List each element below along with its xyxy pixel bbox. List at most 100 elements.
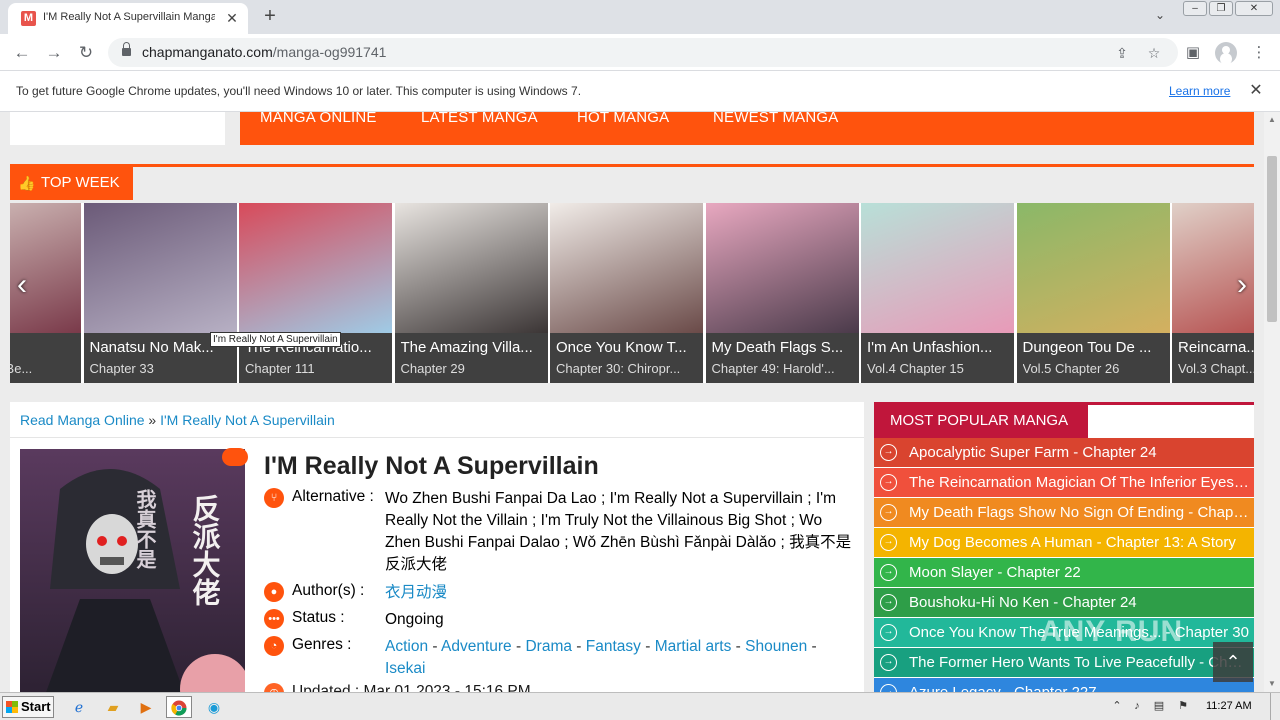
new-tab-icon[interactable]: + [260, 5, 280, 27]
card-chapter-link[interactable]: Vol.3 Chapt... [1178, 361, 1254, 376]
popular-item-link[interactable]: My Death Flags Show No Sign Of Ending - … [909, 504, 1249, 521]
slider-prev-icon[interactable]: ‹ [12, 265, 32, 305]
genre-link[interactable]: Drama [525, 638, 572, 655]
card-cover-image[interactable] [239, 203, 392, 333]
popular-item[interactable]: → Apocalyptic Super Farm - Chapter 24 [874, 438, 1254, 467]
card-cover-image[interactable] [705, 203, 859, 333]
top-week-card[interactable]: Once You Know T... Chapter 30: Chiropr... [550, 203, 703, 383]
bookmark-star-icon[interactable]: ☆ [1143, 42, 1165, 64]
card-chapter-link[interactable]: Chapter 111 [245, 361, 388, 376]
genre-link[interactable]: Adventure [441, 638, 512, 655]
card-cover-image[interactable] [861, 203, 1014, 333]
card-chapter-link[interactable]: Vol.4 Chapter 15 [867, 361, 1010, 376]
back-to-top-icon[interactable]: ⌃ [1213, 642, 1253, 682]
top-week-card[interactable]: Dungeon Tou De ... Vol.5 Chapter 26 [1016, 203, 1170, 383]
author-link[interactable]: 衣月动漫 [385, 582, 855, 604]
card-chapter-link[interactable]: Chapter 33 [90, 361, 233, 376]
media-player-icon[interactable]: ▶ [133, 696, 159, 718]
nav-newest-manga[interactable]: NEWEST MANGA [713, 112, 838, 126]
explorer-folder-icon[interactable]: ▰ [100, 696, 126, 718]
genre-link[interactable]: Martial arts [655, 638, 732, 655]
network-icon[interactable]: ▤ [1152, 699, 1166, 713]
learn-more-link[interactable]: Learn more [1169, 84, 1230, 98]
show-desktop-button[interactable] [1270, 693, 1280, 720]
genre-link[interactable]: Shounen [745, 638, 807, 655]
nav-latest-manga[interactable]: LATEST MANGA [421, 112, 538, 126]
card-title-link[interactable]: Noble In... [10, 339, 77, 356]
system-clock[interactable]: 11:27 AM [1206, 700, 1252, 712]
card-chapter-link[interactable]: Chapter 49: Harold'... [712, 361, 855, 376]
popular-item-link[interactable]: Boushoku-Hi No Ken - Chapter 24 [909, 594, 1249, 611]
genre-link[interactable]: Action [385, 638, 428, 655]
menu-kebab-icon[interactable]: ⋮ [1248, 42, 1270, 64]
chrome-taskbar-icon[interactable] [166, 696, 192, 718]
genre-link[interactable]: Fantasy [586, 638, 641, 655]
popular-item[interactable]: → My Dog Becomes A Human - Chapter 13: A … [874, 528, 1254, 557]
popular-item[interactable]: → The Former Hero Wants To Live Peacefull… [874, 648, 1254, 677]
browser-tab[interactable]: M I'M Really Not A Supervillain Manga On… [8, 3, 248, 34]
popular-item-link[interactable]: The Reincarnation Magician Of The Inferi… [909, 474, 1249, 491]
popular-item[interactable]: → Moon Slayer - Chapter 22 [874, 558, 1254, 587]
address-bar[interactable]: chapmanganato.com/manga-og991741 ⇪ ☆ [108, 38, 1178, 67]
scroll-thumb[interactable] [1267, 156, 1277, 322]
top-week-card[interactable]: The Amazing Villa... Chapter 29 [394, 203, 548, 383]
scroll-down-icon[interactable]: ▼ [1264, 676, 1280, 692]
page-scrollbar[interactable]: ▲ ▼ [1264, 112, 1280, 692]
minimize-window-icon[interactable]: – [1183, 1, 1207, 16]
scroll-up-icon[interactable]: ▲ [1264, 112, 1280, 128]
popular-item[interactable]: → My Death Flags Show No Sign Of Ending -… [874, 498, 1254, 527]
top-week-card[interactable]: Nanatsu No Mak... Chapter 33 [83, 203, 237, 383]
action-center-flag-icon[interactable]: ⚑ [1176, 699, 1190, 713]
card-cover-image[interactable] [550, 203, 703, 333]
lock-icon[interactable] [122, 42, 131, 57]
nav-manga-online[interactable]: MANGA ONLINE [260, 112, 377, 126]
popular-item-link[interactable]: Apocalyptic Super Farm - Chapter 24 [909, 444, 1249, 461]
edge-icon[interactable]: ◉ [201, 696, 227, 718]
tray-expand-icon[interactable]: ⌃ [1110, 699, 1124, 713]
popular-item[interactable]: → The Reincarnation Magician Of The Infer… [874, 468, 1254, 497]
infobar-close-icon[interactable]: ✕ [1246, 81, 1266, 101]
slider-next-icon[interactable]: › [1232, 265, 1252, 305]
breadcrumb-current-link[interactable]: I'M Really Not A Supervillain [160, 412, 335, 428]
card-cover-image[interactable] [1016, 203, 1170, 333]
back-arrow-icon[interactable]: ← [11, 42, 33, 64]
forward-arrow-icon[interactable]: → [43, 42, 65, 64]
ie-icon[interactable]: ℯ [66, 696, 92, 718]
card-title-link[interactable]: My Death Flags S... [712, 339, 855, 356]
popular-item-link[interactable]: The Former Hero Wants To Live Peacefully… [909, 654, 1249, 671]
top-week-card[interactable]: My Death Flags S... Chapter 49: Harold'..… [705, 203, 859, 383]
popular-item[interactable]: → Azure Legacy - Chapter 227 [874, 678, 1254, 692]
popular-item-link[interactable]: My Dog Becomes A Human - Chapter 13: A S… [909, 534, 1249, 551]
site-logo-area[interactable] [10, 112, 225, 145]
nav-hot-manga[interactable]: HOT MANGA [577, 112, 669, 126]
popular-item[interactable]: → Boushoku-Hi No Ken - Chapter 24 [874, 588, 1254, 617]
close-window-icon[interactable]: ✕ [1235, 1, 1273, 16]
card-title-link[interactable]: I'm An Unfashion... [867, 339, 1010, 356]
tab-search-chevron-icon[interactable]: ⌄ [1150, 8, 1170, 26]
popular-item-link[interactable]: Azure Legacy - Chapter 227 [909, 684, 1249, 692]
card-chapter-link[interactable]: Chapter 30: Chiropr... [556, 361, 699, 376]
side-panel-icon[interactable]: ▣ [1182, 42, 1204, 64]
url-text[interactable]: chapmanganato.com/manga-og991741 [142, 44, 386, 60]
profile-avatar-icon[interactable] [1215, 42, 1237, 64]
card-title-link[interactable]: The Amazing Villa... [401, 339, 544, 356]
card-cover-image[interactable] [83, 203, 237, 333]
start-button[interactable]: Start [2, 696, 54, 718]
volume-icon[interactable]: ♪ [1130, 699, 1144, 713]
genre-link[interactable]: Isekai [385, 660, 426, 677]
share-icon[interactable]: ⇪ [1111, 42, 1133, 64]
top-week-card[interactable]: I'm An Unfashion... Vol.4 Chapter 15 [861, 203, 1014, 383]
top-week-card[interactable]: The Reincarnatio... Chapter 111 [239, 203, 392, 383]
tab-close-icon[interactable]: ✕ [223, 9, 241, 27]
restore-window-icon[interactable]: ❐ [1209, 1, 1233, 16]
card-cover-image[interactable] [394, 203, 548, 333]
card-title-link[interactable]: Once You Know T... [556, 339, 699, 356]
card-chapter-link[interactable]: Chapter 29 [401, 361, 544, 376]
card-title-link[interactable]: Dungeon Tou De ... [1023, 339, 1166, 356]
card-chapter-link[interactable]: Vol.5 Chapter 26 [1023, 361, 1166, 376]
reload-icon[interactable]: ↻ [75, 42, 97, 64]
breadcrumb-home-link[interactable]: Read Manga Online [20, 412, 145, 428]
card-chapter-link[interactable]: Chapter 21: Be... [10, 361, 77, 376]
card-title-link[interactable]: Reincarna... [1178, 339, 1254, 356]
popular-item-link[interactable]: Moon Slayer - Chapter 22 [909, 564, 1249, 581]
